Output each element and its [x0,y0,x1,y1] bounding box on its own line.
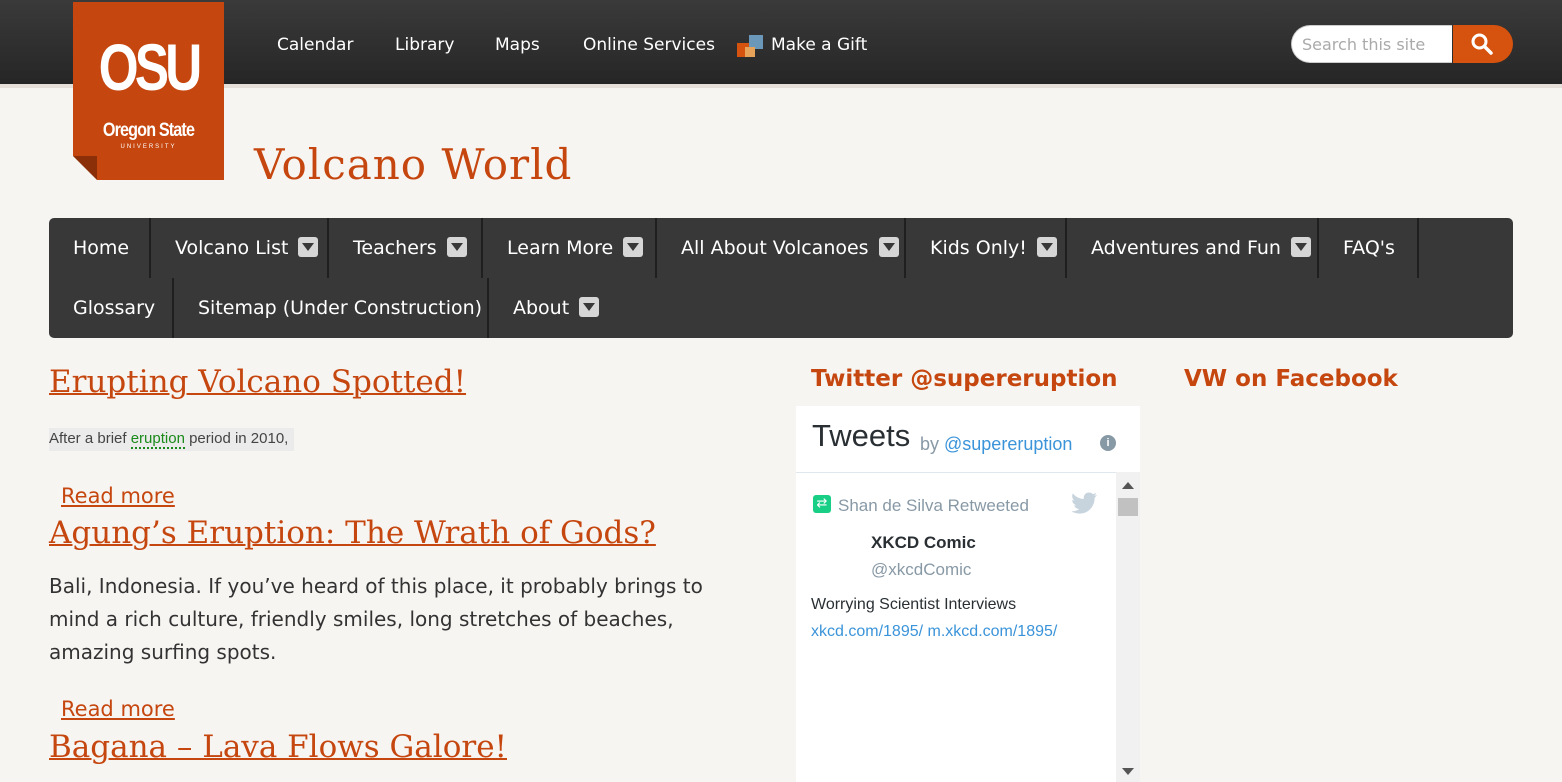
read-more-link[interactable]: Read more [61,697,175,721]
nav-item-glossary[interactable]: Glossary [49,278,174,338]
main-navigation: Home Volcano List Teachers Learn More Al… [49,218,1513,338]
glossary-term-link[interactable]: eruption [130,430,185,449]
nav-label: About [513,297,570,319]
nav-item-teachers[interactable]: Teachers [329,218,483,278]
twitter-scrollbar[interactable] [1116,472,1140,782]
retweet-icon: ⇄ [813,495,831,513]
nav-label: Learn More [507,237,614,259]
scroll-down-arrow-icon[interactable] [1122,768,1134,775]
nav-label: Glossary [73,297,156,319]
tweet-links: xkcd.com/1895/ m.xkcd.com/1895/ [811,623,1057,641]
nav-item-learn-more[interactable]: Learn More [483,218,657,278]
nav-label: Teachers [353,237,437,259]
twitter-widget-header: Tweets by @supereruption i [796,406,1140,473]
article-title-agung-eruption[interactable]: Agung’s Eruption: The Wrath of Gods? [49,515,656,551]
read-more-link[interactable]: Read more [61,484,175,508]
search-input[interactable] [1291,25,1452,63]
search-button[interactable] [1453,25,1513,63]
nav-item-adventures-and-fun[interactable]: Adventures and Fun [1067,218,1319,278]
nav-label: Home [73,237,130,259]
article-title-bagana[interactable]: Bagana – Lava Flows Galore! [49,729,507,765]
top-link-library[interactable]: Library [395,35,454,55]
article-body: Bali, Indonesia. If you’ve heard of this… [49,574,703,664]
osu-logo[interactable]: OSU Oregon State UNIVERSITY [73,2,224,180]
nav-item-faqs[interactable]: FAQ's [1319,218,1419,278]
article-title-erupting-volcano[interactable]: Erupting Volcano Spotted! [49,364,466,400]
dropdown-arrow-icon[interactable] [446,236,467,257]
top-bar: Calendar Library Maps Online Services Ma… [0,0,1562,88]
nav-item-volcano-list[interactable]: Volcano List [151,218,329,278]
tweets-title: Tweets [812,418,911,453]
tweets-by-handle-link[interactable]: @supereruption [944,434,1072,454]
search-icon [1471,33,1493,55]
nav-item-kids-only[interactable]: Kids Only! [906,218,1067,278]
top-link-maps[interactable]: Maps [495,35,540,55]
dropdown-arrow-icon[interactable] [878,236,899,257]
tweet-link[interactable]: m.xkcd.com/1895/ [928,623,1058,640]
nav-label: Sitemap (Under Construction) [198,297,483,319]
nav-item-home[interactable]: Home [49,218,151,278]
tweets-by: by @supereruption [920,434,1072,455]
nav-item-about[interactable]: About [489,278,609,338]
gift-icon[interactable] [737,35,767,61]
logo-university-text: UNIVERSITY [120,144,177,150]
tweet-link[interactable]: xkcd.com/1895/ [811,623,923,640]
scroll-up-arrow-icon[interactable] [1122,482,1134,489]
dropdown-arrow-icon[interactable] [1290,236,1311,257]
twitter-heading: Twitter @supereruption [811,366,1118,392]
nav-label: All About Volcanoes [681,237,869,259]
logo-osu-text: OSU [98,30,203,104]
nav-label: Adventures and Fun [1091,237,1281,259]
top-link-calendar[interactable]: Calendar [277,35,353,55]
snippet-text-end: period in 2010, [184,430,289,447]
top-link-online-services[interactable]: Online Services [583,35,715,55]
nav-item-all-about-volcanoes[interactable]: All About Volcanoes [657,218,906,278]
nav-item-sitemap[interactable]: Sitemap (Under Construction) [174,278,489,338]
facebook-heading: VW on Facebook [1184,366,1398,392]
tweet-author-name[interactable]: XKCD Comic [871,533,976,553]
logo-corner-fold [73,156,97,180]
nav-label: Volcano List [175,237,289,259]
scrollbar-thumb[interactable] [1118,498,1138,516]
site-title[interactable]: Volcano World [254,140,572,189]
dropdown-arrow-icon[interactable] [298,236,319,257]
article-snippet: After a brief eruption period in 2010, [49,428,295,451]
tweet-text: Worrying Scientist Interviews [811,596,1017,613]
info-icon[interactable]: i [1100,435,1116,451]
dropdown-arrow-icon[interactable] [1036,236,1057,257]
tweets-by-label: by [920,434,945,454]
retweeted-by[interactable]: Shan de Silva Retweeted [838,496,1029,516]
snippet-text-start: After a brief [49,430,131,447]
twitter-widget: Tweets by @supereruption i ⇄ Shan de Sil… [796,406,1140,782]
twitter-bird-icon[interactable] [1072,492,1098,514]
dropdown-arrow-icon[interactable] [579,296,600,317]
top-link-make-a-gift[interactable]: Make a Gift [771,35,867,55]
nav-label: FAQ's [1343,237,1395,259]
nav-label: Kids Only! [930,237,1027,259]
tweet-author-handle[interactable]: @xkcdComic [871,560,971,580]
logo-oregon-state-text: Oregon State [102,120,195,141]
dropdown-arrow-icon[interactable] [623,236,644,257]
